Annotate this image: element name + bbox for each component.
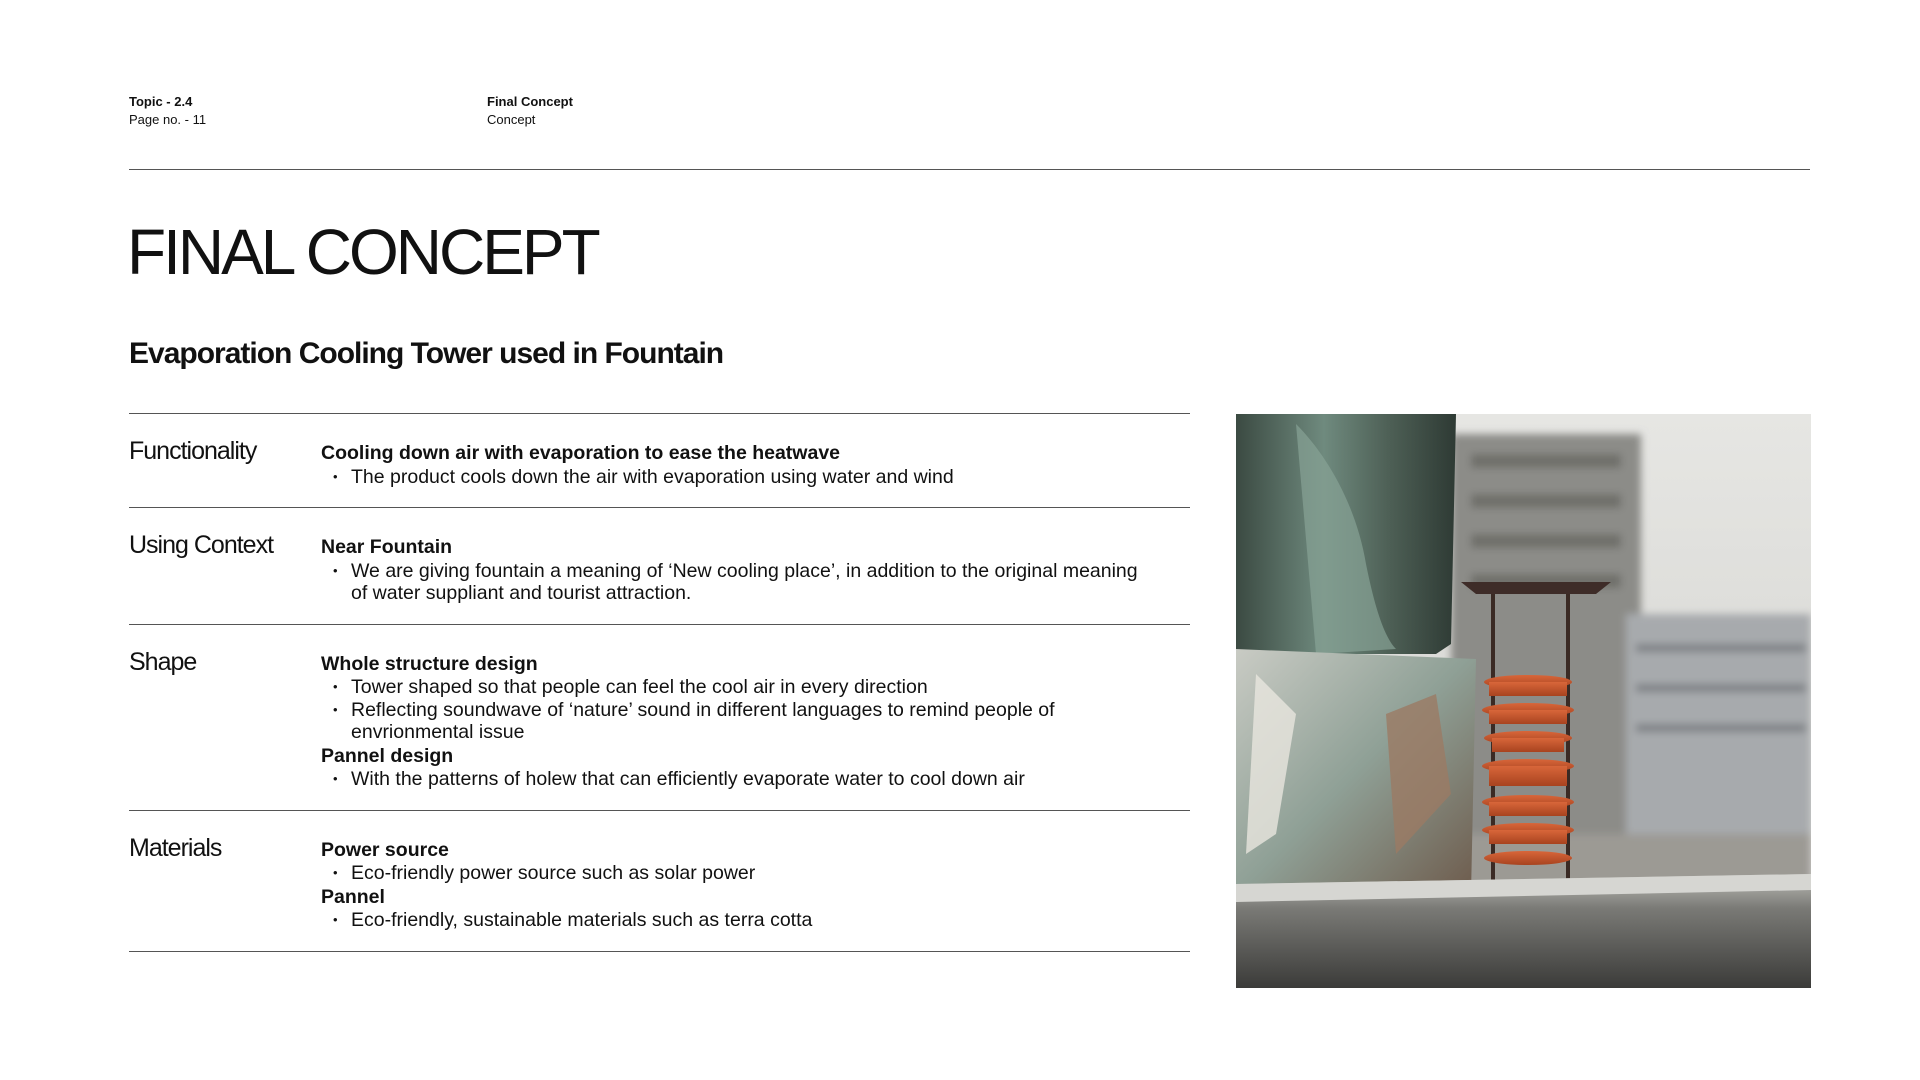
- header-divider: [129, 169, 1810, 170]
- concept-row: Materials Power sourceEco-friendly power …: [129, 809, 1190, 952]
- section-subtitle: Concept: [487, 112, 536, 127]
- bullet-list: Eco-friendly power source such as solar …: [321, 862, 1151, 885]
- topic-label: Topic - 2.4: [129, 94, 193, 109]
- item-heading: Whole structure design: [321, 652, 538, 675]
- bullet-list: Tower shaped so that people can feel the…: [321, 676, 1151, 744]
- page-number: Page no. - 11: [129, 112, 207, 127]
- row-content: Power sourceEco-friendly power source su…: [321, 811, 1151, 951]
- row-content: Whole structure designTower shaped so th…: [321, 625, 1151, 810]
- row-label: Functionality: [129, 437, 257, 465]
- item-heading: Pannel design: [321, 744, 454, 767]
- item-heading: Power source: [321, 838, 449, 861]
- bullet-item: Eco-friendly power source such as solar …: [333, 862, 1151, 885]
- bullet-item: The product cools down the air with evap…: [333, 466, 1151, 489]
- row-label: Shape: [129, 647, 197, 676]
- item-heading: Near Fountain: [321, 536, 453, 558]
- bullet-item: We are giving fountain a meaning of ‘New…: [333, 560, 1151, 605]
- bullet-list: With the patterns of holew that can effi…: [321, 768, 1151, 791]
- row-content: Near FountainWe are giving fountain a me…: [321, 508, 1151, 624]
- bullet-list: The product cools down the air with evap…: [321, 466, 1151, 489]
- item-heading: Cooling down air with evaporation to eas…: [321, 442, 841, 464]
- item-heading: Pannel: [321, 885, 385, 908]
- row-label: Materials: [129, 833, 222, 862]
- section-title: Final Concept: [487, 94, 573, 109]
- bullet-item: Tower shaped so that people can feel the…: [333, 676, 1151, 699]
- page-subtitle: Evaporation Cooling Tower used in Founta…: [129, 337, 724, 370]
- header-section: Final Concept Concept: [487, 93, 573, 129]
- bullet-item: Reflecting soundwave of ‘nature’ sound i…: [333, 699, 1151, 744]
- row-label: Using Context: [129, 531, 274, 559]
- page-title: FINAL CONCEPT: [127, 216, 601, 288]
- concept-table: Functionality Cooling down air with evapo…: [129, 413, 1190, 952]
- header-topic: Topic - 2.4 Page no. - 11: [129, 93, 206, 129]
- concept-row: Functionality Cooling down air with evapo…: [129, 413, 1190, 507]
- concept-render-image: [1236, 414, 1811, 988]
- bullet-item: Eco-friendly, sustainable materials such…: [333, 909, 1151, 932]
- row-content: Cooling down air with evaporation to eas…: [321, 414, 1151, 507]
- bullet-item: With the patterns of holew that can effi…: [333, 768, 1151, 791]
- concept-row: Using Context Near FountainWe are giving …: [129, 507, 1190, 624]
- bullet-list: We are giving fountain a meaning of ‘New…: [321, 560, 1151, 605]
- bullet-list: Eco-friendly, sustainable materials such…: [321, 909, 1151, 932]
- concept-row: Shape Whole structure designTower shaped …: [129, 623, 1190, 810]
